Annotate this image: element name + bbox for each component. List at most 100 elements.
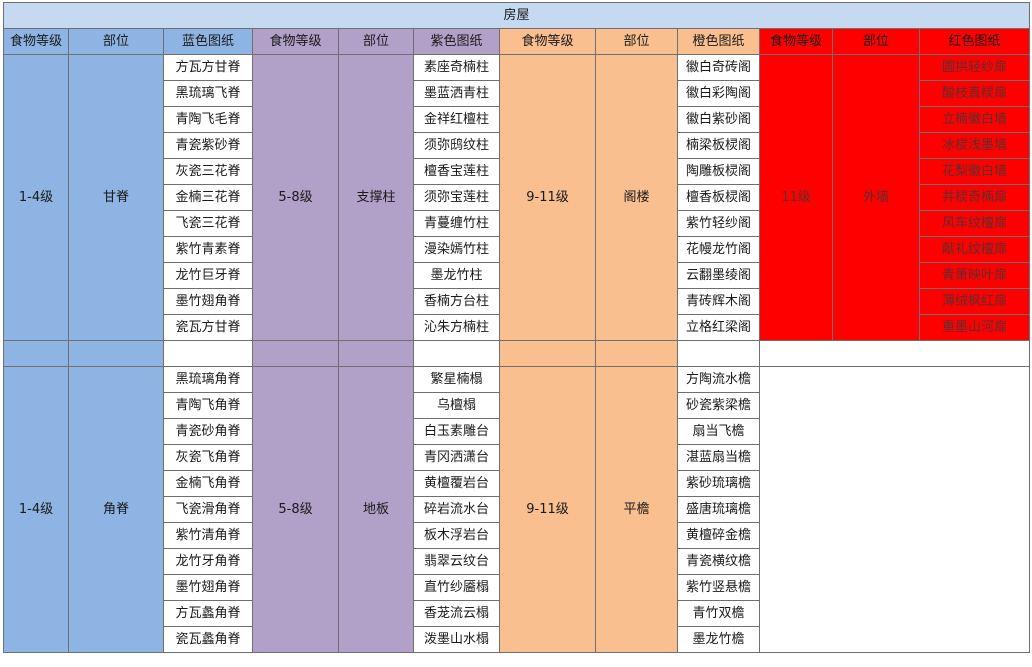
orange-blueprint-cell[interactable]: 徽白彩陶阁 — [677, 80, 760, 107]
food-level-cell[interactable]: 9-11级 — [499, 366, 596, 653]
empty-cell[interactable] — [499, 340, 596, 367]
purple-blueprint-cell[interactable]: 香茏流云榻 — [413, 600, 500, 627]
empty-cell[interactable] — [252, 340, 339, 367]
empty-cell[interactable] — [677, 340, 760, 367]
blue-blueprint-cell[interactable]: 墨竹翅角脊 — [163, 574, 253, 601]
red-blueprint-cell[interactable]: 薄绒枫红扉 — [918, 288, 1031, 315]
blue-blueprint-cell[interactable]: 龙竹牙角脊 — [163, 548, 253, 575]
orange-blueprint-cell[interactable]: 楠梁板棂阁 — [677, 132, 760, 159]
blue-blueprint-cell[interactable]: 墨竹翅角脊 — [163, 288, 253, 315]
orange-blueprint-cell[interactable]: 黄檀碎金檐 — [677, 522, 760, 549]
header-cell[interactable]: 部位 — [338, 28, 414, 55]
part-cell[interactable]: 地板 — [338, 366, 414, 653]
header-cell[interactable]: 部位 — [595, 28, 678, 55]
food-level-cell[interactable]: 9-11级 — [499, 54, 596, 341]
orange-blueprint-cell[interactable]: 立格红梁阁 — [677, 314, 760, 341]
header-cell[interactable]: 食物等级 — [499, 28, 596, 55]
red-blueprint-cell[interactable]: 风车纹檀扉 — [918, 210, 1031, 237]
orange-blueprint-cell[interactable]: 徽白奇砖阁 — [677, 54, 760, 81]
header-cell[interactable]: 食物等级 — [252, 28, 339, 55]
orange-blueprint-cell[interactable]: 青砖辉木阁 — [677, 288, 760, 315]
purple-blueprint-cell[interactable]: 墨蓝洒青柱 — [413, 80, 500, 107]
orange-blueprint-cell[interactable]: 紫竹竖悬檐 — [677, 574, 760, 601]
purple-blueprint-cell[interactable]: 泼墨山水榻 — [413, 626, 500, 653]
red-blueprint-cell[interactable]: 献礼纹檀扉 — [918, 236, 1031, 263]
blue-blueprint-cell[interactable]: 灰瓷飞角脊 — [163, 444, 253, 471]
red-blueprint-cell[interactable]: 立楠徽白墙 — [918, 106, 1031, 133]
header-cell[interactable]: 部位 — [832, 28, 920, 55]
blue-blueprint-cell[interactable]: 金楠三花脊 — [163, 184, 253, 211]
red-blueprint-cell[interactable]: 酸枝直棂扉 — [918, 80, 1031, 107]
orange-blueprint-cell[interactable]: 青竹双檐 — [677, 600, 760, 627]
red-blueprint-cell[interactable]: 花梨徽白墙 — [918, 158, 1031, 185]
purple-blueprint-cell[interactable]: 金祥红檀柱 — [413, 106, 500, 133]
empty-cell[interactable] — [68, 340, 164, 367]
purple-blueprint-cell[interactable]: 须弥鸱纹柱 — [413, 132, 500, 159]
orange-blueprint-cell[interactable]: 紫竹轻纱阁 — [677, 210, 760, 237]
purple-blueprint-cell[interactable]: 墨龙竹柱 — [413, 262, 500, 289]
food-level-cell[interactable]: 1-4级 — [3, 366, 69, 653]
purple-blueprint-cell[interactable]: 香楠方台柱 — [413, 288, 500, 315]
purple-blueprint-cell[interactable]: 檀香宝莲柱 — [413, 158, 500, 185]
orange-blueprint-cell[interactable]: 盛唐琉璃檐 — [677, 496, 760, 523]
orange-blueprint-cell[interactable]: 云翻墨绫阁 — [677, 262, 760, 289]
purple-blueprint-cell[interactable]: 青冈洒潇台 — [413, 444, 500, 471]
food-level-cell[interactable]: 1-4级 — [3, 54, 69, 341]
header-cell[interactable]: 食物等级 — [759, 28, 833, 55]
blue-blueprint-cell[interactable]: 灰瓷三花脊 — [163, 158, 253, 185]
part-cell[interactable]: 甘脊 — [68, 54, 164, 341]
blue-blueprint-cell[interactable]: 紫竹青素脊 — [163, 236, 253, 263]
blue-blueprint-cell[interactable]: 飞瓷三花脊 — [163, 210, 253, 237]
purple-blueprint-cell[interactable]: 白玉素雕台 — [413, 418, 500, 445]
blue-blueprint-cell[interactable]: 青陶飞毛脊 — [163, 106, 253, 133]
blue-blueprint-cell[interactable]: 紫竹清角脊 — [163, 522, 253, 549]
empty-cell[interactable] — [595, 340, 678, 367]
purple-blueprint-cell[interactable]: 翡翠云纹台 — [413, 548, 500, 575]
blue-blueprint-cell[interactable]: 青陶飞角脊 — [163, 392, 253, 419]
orange-blueprint-cell[interactable]: 檀香板棂阁 — [677, 184, 760, 211]
orange-blueprint-cell[interactable]: 紫砂琉璃檐 — [677, 470, 760, 497]
blue-blueprint-cell[interactable]: 方瓦蠡角脊 — [163, 600, 253, 627]
part-cell[interactable]: 阁楼 — [595, 54, 678, 341]
orange-blueprint-cell[interactable]: 青瓷横纹檐 — [677, 548, 760, 575]
part-cell[interactable]: 平檐 — [595, 366, 678, 653]
purple-blueprint-cell[interactable]: 须弥宝莲柱 — [413, 184, 500, 211]
orange-blueprint-cell[interactable]: 湛蓝扇当檐 — [677, 444, 760, 471]
blue-blueprint-cell[interactable]: 金楠飞角脊 — [163, 470, 253, 497]
purple-blueprint-cell[interactable]: 板木浮岩台 — [413, 522, 500, 549]
blue-blueprint-cell[interactable]: 瓷瓦蠡角脊 — [163, 626, 253, 653]
red-blueprint-cell[interactable]: 冰棂浅墨墙 — [918, 132, 1031, 159]
orange-blueprint-cell[interactable]: 扇当飞檐 — [677, 418, 760, 445]
blue-blueprint-cell[interactable]: 黑琉璃角脊 — [163, 366, 253, 393]
purple-blueprint-cell[interactable]: 黄檀覆岩台 — [413, 470, 500, 497]
orange-blueprint-cell[interactable]: 陶雕板棂阁 — [677, 158, 760, 185]
part-cell[interactable]: 角脊 — [68, 366, 164, 653]
header-cell[interactable]: 紫色图纸 — [413, 28, 500, 55]
purple-blueprint-cell[interactable]: 碎岩流水台 — [413, 496, 500, 523]
purple-blueprint-cell[interactable]: 繁星楠榻 — [413, 366, 500, 393]
blue-blueprint-cell[interactable]: 龙竹巨牙脊 — [163, 262, 253, 289]
header-cell[interactable]: 红色图纸 — [918, 28, 1031, 55]
red-blueprint-cell[interactable]: 圆拱轻纱扉 — [918, 54, 1031, 81]
purple-blueprint-cell[interactable]: 漫染嫣竹柱 — [413, 236, 500, 263]
blue-blueprint-cell[interactable]: 青瓷砂角脊 — [163, 418, 253, 445]
food-level-cell[interactable]: 11级 — [759, 54, 833, 341]
empty-cell[interactable] — [413, 340, 500, 367]
header-cell[interactable]: 部位 — [68, 28, 164, 55]
red-blueprint-cell[interactable]: 青萧映叶扉 — [918, 262, 1031, 289]
orange-blueprint-cell[interactable]: 砂瓷紫梁檐 — [677, 392, 760, 419]
sheet-title[interactable]: 房屋 — [2, 2, 1031, 29]
purple-blueprint-cell[interactable]: 乌檀榻 — [413, 392, 500, 419]
blue-blueprint-cell[interactable]: 瓷瓦方甘脊 — [163, 314, 253, 341]
purple-blueprint-cell[interactable]: 素座奇楠柱 — [413, 54, 500, 81]
empty-cell[interactable] — [338, 340, 414, 367]
blue-blueprint-cell[interactable]: 青瓷紫砂脊 — [163, 132, 253, 159]
empty-cell[interactable] — [3, 340, 69, 367]
purple-blueprint-cell[interactable]: 直竹纱靥榻 — [413, 574, 500, 601]
blue-blueprint-cell[interactable]: 飞瓷滑角脊 — [163, 496, 253, 523]
blue-blueprint-cell[interactable]: 方瓦方甘脊 — [163, 54, 253, 81]
orange-blueprint-cell[interactable]: 花幔龙竹阁 — [677, 236, 760, 263]
header-cell[interactable]: 橙色图纸 — [677, 28, 760, 55]
purple-blueprint-cell[interactable]: 青蔓缠竹柱 — [413, 210, 500, 237]
food-level-cell[interactable]: 5-8级 — [252, 366, 339, 653]
